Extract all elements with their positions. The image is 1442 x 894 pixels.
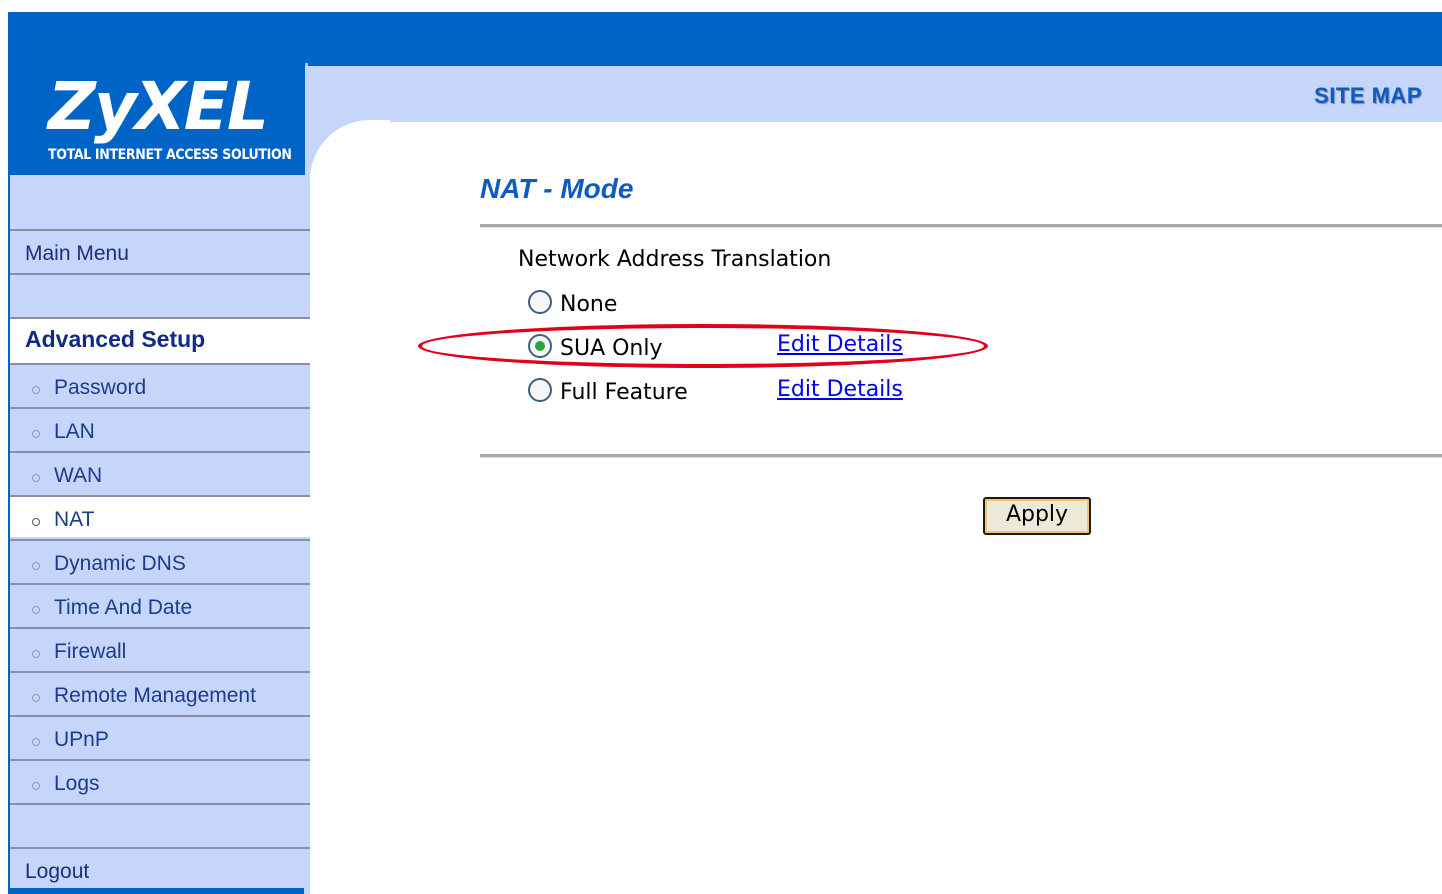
sidebar-main-menu[interactable]: Main Menu <box>10 229 310 271</box>
option-none-label: None <box>560 292 618 317</box>
bullet-icon <box>32 650 40 658</box>
sidebar-logout[interactable]: Logout <box>10 847 310 889</box>
bullet-icon <box>32 738 40 746</box>
option-full-feature-label: Full Feature <box>560 380 688 405</box>
bullet-icon <box>32 606 40 614</box>
bullet-icon <box>32 430 40 438</box>
site-map-link[interactable]: SITE MAP <box>1314 83 1422 109</box>
sidebar-spacer <box>10 273 310 315</box>
sidebar-item-label: NAT <box>54 508 95 531</box>
sidebar-item-upnp[interactable]: UPnP <box>10 715 310 757</box>
sidebar-item-wan[interactable]: WAN <box>10 451 310 493</box>
main-menu-label: Main Menu <box>25 242 129 265</box>
bullet-icon <box>32 474 40 482</box>
radio-none[interactable] <box>528 290 552 314</box>
bullet-icon <box>32 562 40 570</box>
sidebar-bottom-bar <box>10 888 304 894</box>
sidebar-item-label: Remote Management <box>54 684 256 707</box>
bullet-icon <box>32 782 40 790</box>
header-bar <box>305 66 1442 122</box>
sidebar-item-label: Firewall <box>54 640 127 663</box>
bullet-icon <box>32 694 40 702</box>
page-title: NAT - Mode <box>480 173 634 204</box>
bullet-icon <box>32 386 40 394</box>
zyxel-logo: ZyXEL TOTAL INTERNET ACCESS SOLUTION <box>8 60 305 175</box>
radio-full-feature[interactable] <box>528 378 552 402</box>
section-title: Advanced Setup <box>25 326 206 352</box>
sidebar-item-lan[interactable]: LAN <box>10 407 310 449</box>
divider-bottom <box>480 454 1442 458</box>
bullet-icon <box>32 518 40 526</box>
sidebar-item-label: Password <box>54 376 147 399</box>
sidebar-item-logs[interactable]: Logs <box>10 759 310 801</box>
logout-label: Logout <box>25 860 90 883</box>
sidebar-item-label: Logs <box>54 772 100 795</box>
sidebar-item-firewall[interactable]: Firewall <box>10 627 310 669</box>
sidebar-item-dynamic-dns[interactable]: Dynamic DNS <box>10 539 310 581</box>
apply-button[interactable]: Apply <box>983 497 1091 535</box>
sidebar-item-password[interactable]: Password <box>10 363 310 405</box>
sidebar-section-advanced-setup[interactable]: Advanced Setup <box>10 317 310 363</box>
sidebar-item-time-and-date[interactable]: Time And Date <box>10 583 310 625</box>
nat-group-label: Network Address Translation <box>518 247 832 272</box>
sidebar-item-label: UPnP <box>54 728 109 751</box>
top-banner <box>8 12 1442 66</box>
sidebar-item-label: Dynamic DNS <box>54 552 186 575</box>
highlight-ellipse <box>418 324 988 368</box>
sidebar-item-label: LAN <box>54 420 95 443</box>
sidebar-item-nat[interactable]: NAT <box>10 495 310 537</box>
divider-top <box>480 224 1442 228</box>
sidebar-spacer <box>10 803 310 845</box>
logo-tagline: TOTAL INTERNET ACCESS SOLUTION <box>48 147 292 163</box>
sidebar-item-remote-management[interactable]: Remote Management <box>10 671 310 713</box>
sidebar-item-label: Time And Date <box>54 596 193 619</box>
logo-text: ZyXEL <box>48 68 269 145</box>
full-feature-edit-details-link[interactable]: Edit Details <box>777 377 903 402</box>
sidebar-item-label: WAN <box>54 464 103 487</box>
